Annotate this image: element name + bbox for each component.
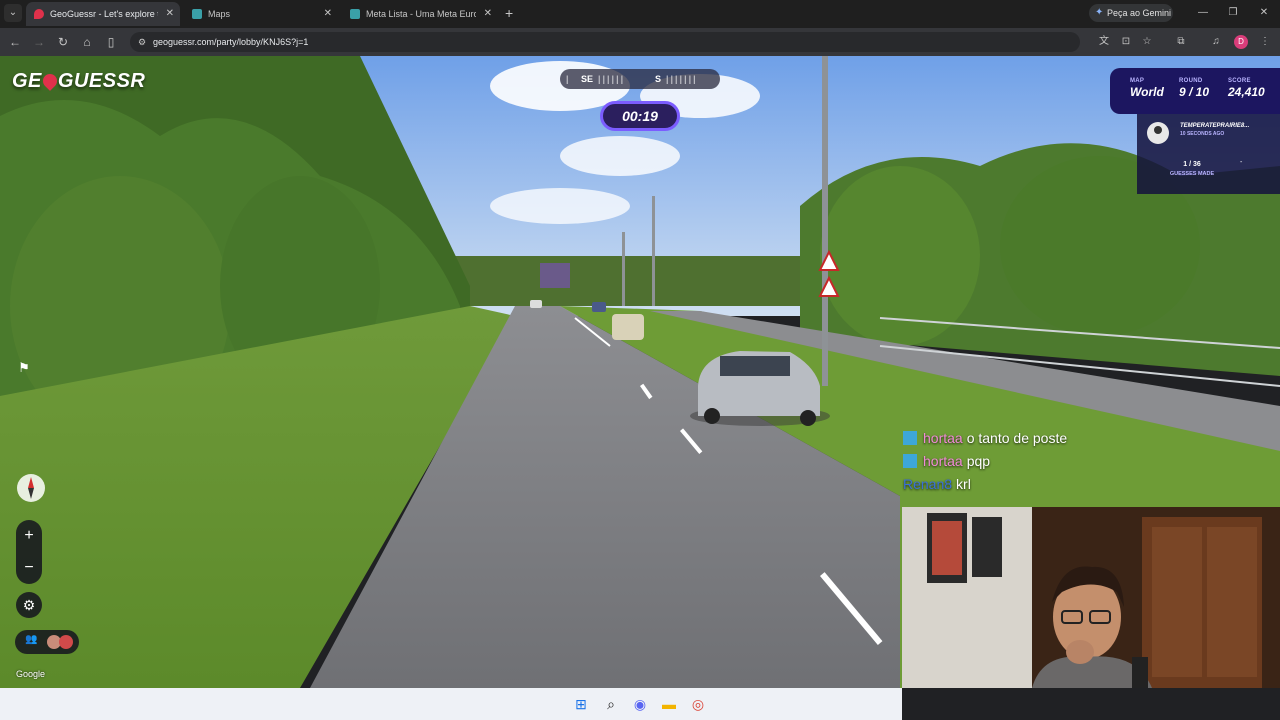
- player-name: TEMPERATEPRAIRIE8...: [1180, 123, 1250, 129]
- round-label: ROUND: [1179, 78, 1203, 84]
- star-icon[interactable]: ☆: [1139, 34, 1155, 50]
- streamer-webcam: [902, 507, 1280, 688]
- gemini-label: Peça ao Gemini: [1107, 8, 1172, 18]
- profile-avatar[interactable]: D: [1234, 35, 1248, 49]
- map-stat: MAP World: [1130, 78, 1164, 99]
- side-panel-icon[interactable]: ▯: [102, 33, 120, 51]
- logo-text-right: GUESSR: [57, 70, 146, 92]
- puzzle-icon[interactable]: ⧉: [1173, 34, 1189, 50]
- tab-close-icon[interactable]: ✕: [484, 2, 492, 26]
- geoguessr-favicon-icon: [34, 9, 44, 19]
- logo-text-left: GE: [12, 70, 42, 92]
- party-guesses-panel: TEMPERATEPRAIRIE8... 10 SECONDS AGO 1 / …: [1137, 114, 1280, 194]
- home-icon[interactable]: ⌂: [78, 33, 96, 51]
- round-value: 9 / 10: [1179, 85, 1210, 99]
- chat-nick: Renan8: [903, 476, 953, 492]
- party-members-button[interactable]: 👥: [15, 630, 79, 654]
- zoom-controls: + −: [16, 520, 42, 584]
- install-icon[interactable]: ⊡: [1118, 34, 1134, 50]
- media-controls-icon[interactable]: ♫: [1208, 34, 1224, 50]
- guesses-count: 1 / 36: [1183, 161, 1201, 168]
- heading-compass: | SE |||||| S |||||||: [560, 69, 720, 89]
- maps-favicon-icon: [192, 9, 202, 19]
- score-label: SCORE: [1228, 78, 1251, 84]
- chrome-icon[interactable]: ◎: [689, 695, 707, 713]
- new-tab-plus-icon[interactable]: +: [505, 4, 519, 22]
- round-timer: 00:19: [600, 101, 680, 131]
- file-explorer-icon[interactable]: ▬: [660, 695, 678, 713]
- chat-nick: hortaa: [923, 453, 963, 469]
- windows-taskbar: ⊞ ⌕ ◉ ▬ ◎: [0, 688, 902, 720]
- discord-icon[interactable]: ◉: [631, 695, 649, 713]
- gemini-spark-icon: ✦: [1095, 7, 1104, 18]
- search-icon[interactable]: ⌕: [602, 695, 620, 713]
- chat-nick: hortaa: [923, 430, 963, 446]
- chat-message: Renan8 krl: [903, 476, 1273, 499]
- round-stat: ROUND 9 / 10: [1179, 78, 1209, 99]
- close-window-icon[interactable]: ✕: [1254, 4, 1274, 22]
- game-status-panel: MAP World ROUND 9 / 10 SCORE 24,410: [1110, 68, 1280, 114]
- google-attribution: Google: [16, 669, 46, 679]
- ask-gemini-button[interactable]: ✦ Peça ao Gemini: [1089, 4, 1173, 22]
- score-stat: SCORE 24,410: [1228, 78, 1265, 99]
- tab-title: Meta Lista - Uma Meta Europa: [366, 9, 476, 19]
- webcam-image: [902, 507, 1280, 688]
- map-value: World: [1130, 85, 1164, 99]
- party-people-icon: 👥: [25, 634, 38, 645]
- tab-maps[interactable]: Maps ✕: [184, 2, 338, 26]
- guesses-dash: -: [1240, 159, 1243, 166]
- tab-close-icon[interactable]: ✕: [324, 2, 332, 26]
- chat-message: hortaa o tanto de poste: [903, 430, 1273, 453]
- tab-title: Maps: [208, 9, 231, 19]
- browser-toolbar: ← → ↻ ⌂ ▯ ⚙ geoguessr.com/party/lobby/KN…: [0, 28, 1280, 56]
- tab-strip: ⌄ GeoGuessr - Let's explore the world! ✕…: [0, 0, 1280, 28]
- zoom-in-button[interactable]: +: [16, 526, 42, 546]
- player-guess-time: 10 SECONDS AGO: [1180, 131, 1225, 137]
- kebab-menu-icon[interactable]: ⋮: [1257, 34, 1273, 50]
- compass-ticks: |: [566, 74, 571, 84]
- compass-dir-s: S: [655, 74, 662, 84]
- reload-icon[interactable]: ↻: [54, 33, 72, 51]
- chat-text: o tanto de poste: [966, 430, 1068, 446]
- player-avatar: [1147, 122, 1169, 144]
- compass-north-icon[interactable]: [17, 474, 45, 502]
- report-location-icon[interactable]: ⚑: [12, 356, 36, 380]
- score-value: 24,410: [1228, 85, 1265, 99]
- tab-search-chevron-down-icon[interactable]: ⌄: [4, 4, 22, 22]
- party-member-avatar: [59, 635, 73, 649]
- address-bar[interactable]: ⚙ geoguessr.com/party/lobby/KNJ6S?j=1: [130, 32, 1080, 52]
- translate-icon[interactable]: 文: [1096, 34, 1112, 50]
- compass-dir-se: SE: [581, 74, 594, 84]
- logo-pin-icon: [40, 71, 60, 91]
- settings-gear-icon[interactable]: ⚙: [16, 592, 42, 618]
- zoom-out-button[interactable]: −: [16, 558, 42, 578]
- tab-geoguessr[interactable]: GeoGuessr - Let's explore the world! ✕: [26, 2, 180, 26]
- compass-ticks: |||||||: [666, 74, 698, 84]
- chat-badge-icon: [903, 454, 917, 468]
- tab-meta-lista[interactable]: Meta Lista - Uma Meta Europa ✕: [342, 2, 498, 26]
- chat-message: hortaa pqp: [903, 453, 1273, 476]
- map-label: MAP: [1130, 78, 1145, 84]
- tab-close-icon[interactable]: ✕: [166, 2, 174, 26]
- chat-text: pqp: [966, 453, 991, 469]
- chat-badge-icon: [903, 431, 917, 445]
- restore-icon[interactable]: ❐: [1223, 4, 1243, 22]
- site-info-icon[interactable]: ⚙: [136, 36, 148, 48]
- meta-lista-favicon-icon: [350, 9, 360, 19]
- stream-chat-overlay: hortaa o tanto de poste hortaa pqp Renan8 k…: [903, 430, 1273, 499]
- url-text: geoguessr.com/party/lobby/KNJ6S?j=1: [153, 37, 309, 47]
- back-arrow-icon[interactable]: ←: [6, 33, 24, 51]
- guesses-made-label: GUESSES MADE: [1169, 171, 1215, 177]
- compass-ticks: ||||||: [598, 74, 626, 84]
- tab-title: GeoGuessr - Let's explore the world!: [50, 9, 158, 19]
- geoguessr-logo[interactable]: GE GUESSR: [12, 70, 145, 93]
- windows-start-icon[interactable]: ⊞: [572, 695, 590, 713]
- street-view-panorama[interactable]: GE GUESSR | SE |||||| S ||||||| 00:19 MAP…: [0, 56, 1280, 688]
- forward-arrow-icon[interactable]: →: [30, 33, 48, 51]
- chat-text: krl: [956, 476, 971, 492]
- minimize-icon[interactable]: —: [1193, 4, 1213, 22]
